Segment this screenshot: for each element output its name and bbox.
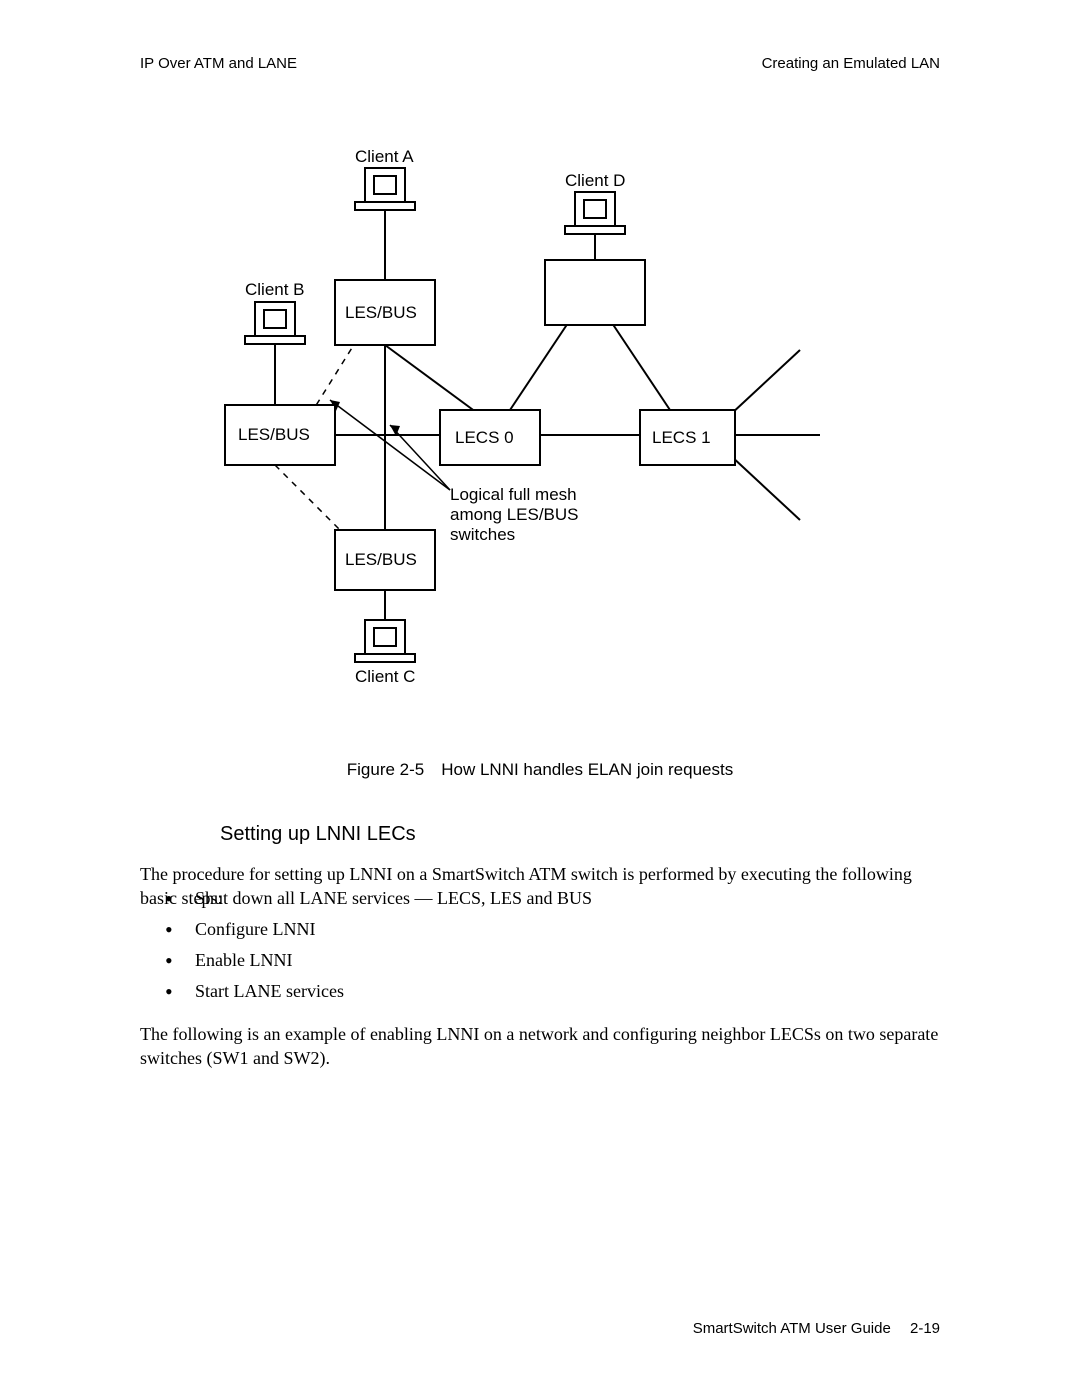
annotation-line2: among LES/BUS	[450, 505, 579, 524]
label-lecs1: LECS 1	[652, 428, 711, 447]
label-lecs0: LECS 0	[455, 428, 514, 447]
page-header: IP Over ATM and LANE Creating an Emulate…	[140, 55, 940, 72]
header-left: IP Over ATM and LANE	[140, 55, 297, 72]
step-item: Start LANE services	[165, 981, 940, 1002]
annotation-line3: switches	[450, 525, 515, 544]
label-client-b: Client B	[245, 280, 305, 299]
step-item: Shut down all LANE services — LECS, LES …	[165, 888, 940, 909]
step-item: Enable LNNI	[165, 950, 940, 971]
label-client-c: Client C	[355, 667, 415, 686]
label-lesbus-top: LES/BUS	[345, 303, 417, 322]
header-right: Creating an Emulated LAN	[762, 55, 940, 72]
page-footer: SmartSwitch ATM User Guide 2-19	[693, 1320, 940, 1337]
figure-diagram: Client A Client B Client D Client C LES/…	[140, 120, 940, 750]
annotation-line1: Logical full mesh	[450, 485, 577, 504]
figure-caption: Figure 2-5 How LNNI handles ELAN join re…	[0, 760, 1080, 780]
paragraph-example: The following is an example of enabling …	[140, 1022, 940, 1071]
steps-list: Shut down all LANE services — LECS, LES …	[165, 888, 940, 1012]
page: IP Over ATM and LANE Creating an Emulate…	[0, 0, 1080, 1397]
label-lesbus-left: LES/BUS	[238, 425, 310, 444]
step-item: Configure LNNI	[165, 919, 940, 940]
section-heading: Setting up LNNI LECs	[220, 823, 416, 846]
label-client-d: Client D	[565, 171, 625, 190]
label-client-a: Client A	[355, 147, 414, 166]
label-lesbus-bottom: LES/BUS	[345, 550, 417, 569]
